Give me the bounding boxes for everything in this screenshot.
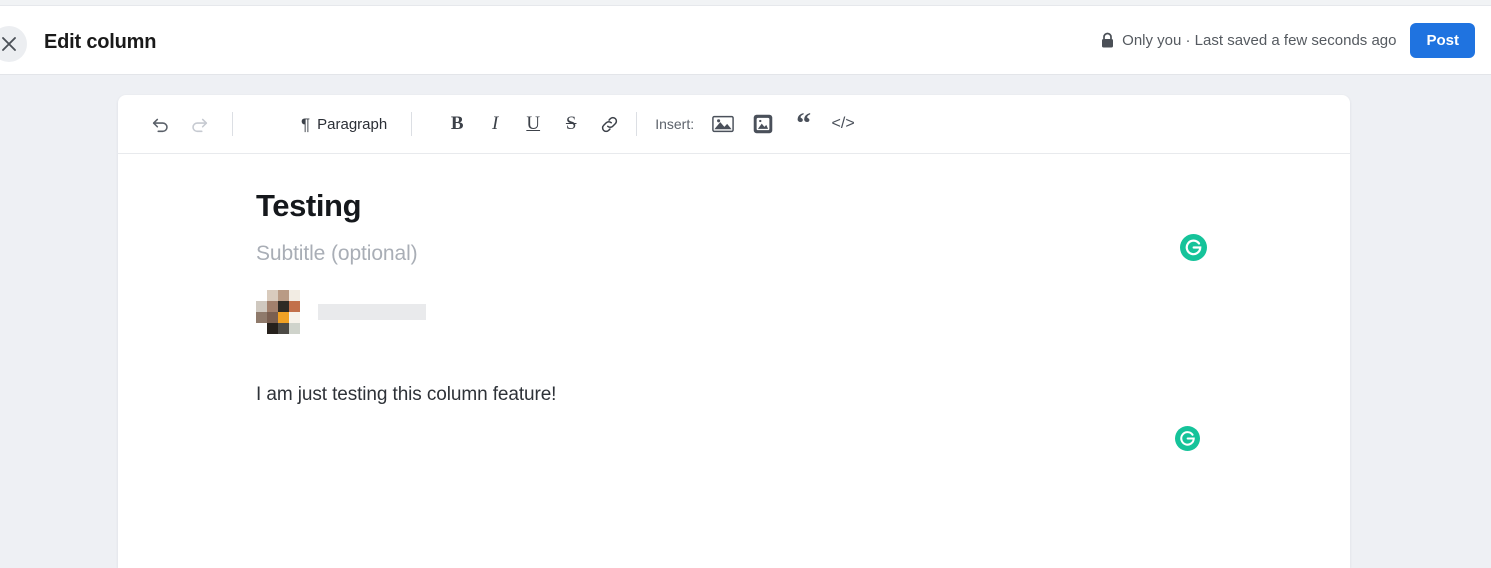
editor-toolbar: ¶ Paragraph B I U S Insert: “ </> (118, 95, 1350, 154)
insert-quote-button[interactable]: “ (790, 106, 816, 140)
save-status-text: Only you · Last saved a few seconds ago (1122, 32, 1397, 49)
document-paragraph[interactable]: I am just testing this column feature! (256, 384, 1350, 406)
post-button[interactable]: Post (1410, 23, 1475, 58)
underline-button[interactable]: U (520, 109, 546, 139)
format-button-group: B I U S (444, 109, 622, 139)
insert-banner-button[interactable] (710, 110, 736, 138)
close-button[interactable] (0, 26, 27, 62)
banner-image-icon (712, 115, 734, 133)
page-title: Edit column (44, 31, 157, 53)
lock-icon (1102, 32, 1114, 48)
document-body: Testing Subtitle (optional) I am just te… (118, 154, 1350, 451)
link-button[interactable] (596, 109, 622, 139)
bold-button[interactable]: B (444, 109, 470, 139)
redo-button[interactable] (180, 105, 218, 143)
pilcrow-icon: ¶ (301, 114, 311, 134)
avatar[interactable] (256, 290, 300, 334)
insert-label: Insert: (655, 116, 695, 132)
block-type-label: Paragraph (317, 115, 388, 133)
italic-button[interactable]: I (482, 109, 508, 139)
insert-code-button[interactable]: </> (830, 110, 856, 138)
toolbar-divider-2 (411, 112, 413, 136)
block-type-selector[interactable]: ¶ Paragraph (291, 110, 397, 139)
header-actions: Only you · Last saved a few seconds ago … (1100, 6, 1475, 75)
toolbar-divider (232, 112, 233, 136)
photo-image-icon (753, 114, 773, 134)
link-icon (601, 116, 617, 132)
document-title-input[interactable]: Testing (256, 188, 1350, 224)
undo-button[interactable] (142, 105, 180, 143)
code-icon: </> (831, 115, 855, 132)
grammarly-badge-paragraph[interactable] (1175, 426, 1200, 451)
redo-icon (192, 118, 208, 133)
undo-icon (152, 118, 168, 133)
byline (256, 290, 1350, 334)
save-status: Only you · Last saved a few seconds ago (1100, 32, 1396, 49)
grammarly-icon (1180, 234, 1207, 261)
editor-page: Edit column Only you · Last saved a few … (0, 0, 1491, 568)
author-name[interactable] (318, 304, 426, 320)
quote-icon: “ (796, 106, 811, 140)
strikethrough-button[interactable]: S (558, 109, 584, 139)
editor-card: ¶ Paragraph B I U S Insert: “ </> Testin… (118, 95, 1350, 568)
grammarly-icon (1175, 426, 1200, 451)
insert-group: Insert: “ </> (655, 106, 856, 140)
editor-header: Edit column Only you · Last saved a few … (0, 6, 1491, 75)
close-icon (2, 37, 16, 51)
grammarly-badge-title[interactable] (1180, 234, 1207, 261)
insert-photo-button[interactable] (750, 110, 776, 138)
toolbar-divider-3 (636, 112, 638, 136)
